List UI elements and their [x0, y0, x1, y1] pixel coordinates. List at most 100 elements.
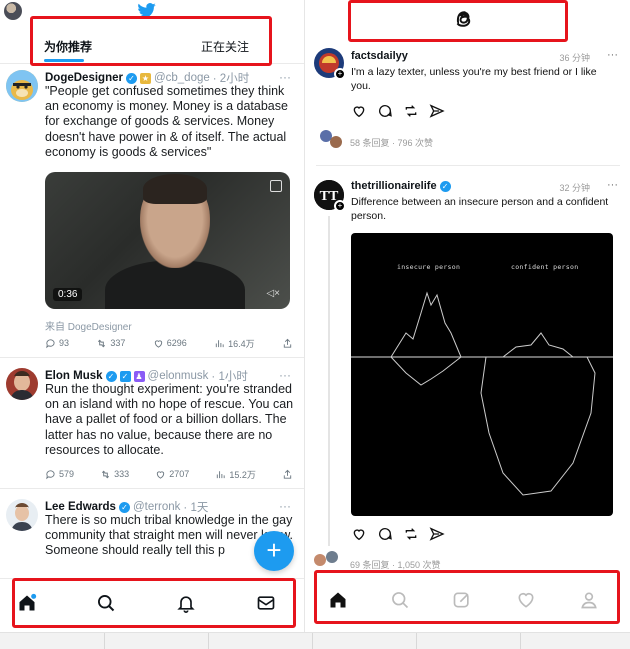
tweet-text: Run the thought experiment: you're stran… [45, 382, 294, 457]
author-handle[interactable]: @terronk [133, 501, 180, 513]
search-icon[interactable] [96, 593, 116, 613]
quoted-source[interactable]: 来自 DogeDesigner [45, 318, 132, 333]
avatar[interactable] [6, 70, 38, 102]
heart-icon[interactable] [351, 526, 367, 542]
view-count: 16.4万 [228, 338, 255, 349]
notifications-bell-icon[interactable] [176, 593, 196, 613]
compose-tweet-button[interactable]: + [254, 531, 294, 571]
retweet-button[interactable]: 333 [100, 467, 129, 481]
username[interactable]: thetrillionairelife [351, 180, 437, 192]
reply-count: 579 [59, 469, 75, 479]
heart-icon [154, 339, 162, 348]
more-options-icon[interactable]: ··· [279, 368, 291, 382]
avatar[interactable] [6, 368, 38, 400]
like-count[interactable]: 1,050 次赞 [398, 560, 441, 570]
view-count: 15.2万 [229, 469, 256, 480]
like-button[interactable]: 6296 [153, 336, 187, 350]
username[interactable]: factsdailyy [351, 50, 408, 62]
retweet-icon [102, 470, 110, 478]
timeline-tabs: 为你推荐 正在关注 [0, 28, 304, 64]
tab-following[interactable]: 正在关注 [201, 38, 249, 55]
author-name[interactable]: Lee Edwards [45, 501, 116, 513]
share-button[interactable] [282, 467, 293, 481]
reply-count[interactable]: 69 条回复 [350, 560, 390, 570]
replier-avatar [330, 136, 342, 148]
views-button[interactable]: 16.4万 [214, 336, 255, 350]
send-icon[interactable] [429, 526, 445, 542]
send-icon[interactable] [429, 103, 445, 119]
repost-icon[interactable] [403, 103, 419, 119]
retweet-icon [98, 339, 106, 347]
author-handle[interactable]: @elonmusk [148, 370, 209, 382]
post-time: 36 分钟 [559, 53, 590, 63]
active-tab-indicator [44, 59, 84, 62]
post-actions [351, 526, 445, 542]
thread-line [328, 216, 330, 546]
post-header: factsdailyy [351, 50, 408, 62]
reply-count[interactable]: 58 条回复 [350, 138, 390, 148]
retweet-button[interactable]: 337 [96, 336, 125, 350]
share-button[interactable] [282, 336, 293, 350]
divider [316, 165, 620, 166]
home-icon[interactable] [17, 593, 37, 613]
retweet-count: 333 [114, 469, 130, 479]
more-options-icon[interactable]: ··· [607, 179, 618, 191]
follow-plus-icon[interactable]: + [334, 68, 346, 80]
threads-logo-icon[interactable] [452, 6, 476, 30]
replier-avatar [314, 554, 326, 566]
tweet-card[interactable]: Elon Musk ✓ ✓ ♟ @elonmusk · 1小时 ··· Run … [0, 364, 304, 484]
messages-mail-icon[interactable] [256, 593, 276, 613]
repost-icon[interactable] [403, 526, 419, 542]
more-options-icon[interactable]: ··· [607, 49, 618, 61]
profile-icon[interactable] [579, 590, 599, 610]
twitter-bottom-nav [0, 578, 304, 626]
bottom-taskbar-strip [0, 632, 630, 649]
tab-for-you[interactable]: 为你推荐 [44, 38, 92, 55]
analytics-icon [215, 339, 224, 347]
avatar[interactable] [6, 499, 38, 531]
post-text: I'm a lazy texter, unless you're my best… [351, 66, 597, 92]
reply-button[interactable]: 579 [45, 467, 74, 481]
follow-plus-icon[interactable]: + [334, 200, 346, 212]
replier-avatar [326, 551, 338, 563]
post-time: 32 分钟 [559, 183, 590, 193]
more-options-icon[interactable]: ··· [279, 499, 291, 513]
comment-icon[interactable] [377, 526, 393, 542]
reply-button[interactable]: 93 [45, 336, 69, 350]
author-name[interactable]: DogeDesigner [45, 72, 123, 84]
post-header: thetrillionairelife ✓ [351, 180, 451, 192]
verified-badge-icon: ✓ [105, 370, 117, 382]
share-icon [283, 338, 292, 348]
views-button[interactable]: 15.2万 [215, 467, 256, 481]
retweet-count: 337 [110, 338, 126, 348]
verified-badge-icon: ✓ [439, 180, 451, 192]
twitter-top-bar [0, 0, 304, 22]
twitter-app-panel: 为你推荐 正在关注 DogeDesigner ✓ ★ @cb_doge · 2小… [0, 0, 305, 649]
tweet-text: "People get confused sometimes they thin… [45, 84, 288, 159]
post-image-iceberg[interactable]: insecure person confident person [351, 233, 613, 516]
search-icon[interactable] [390, 590, 410, 610]
reply-icon [46, 338, 55, 348]
heart-icon[interactable] [351, 103, 367, 119]
comment-icon[interactable] [377, 103, 393, 119]
video-settings-icon[interactable] [270, 180, 282, 192]
author-name[interactable]: Elon Musk [45, 370, 103, 382]
tweet-video[interactable]: 0:36 ◁× [45, 172, 290, 309]
like-count[interactable]: 796 次赞 [398, 138, 434, 148]
more-options-icon[interactable]: ··· [279, 70, 291, 84]
profile-avatar[interactable] [4, 2, 22, 20]
twitter-bird-icon[interactable] [137, 3, 157, 19]
post-text: Difference between an insecure person an… [351, 196, 609, 222]
thread-post[interactable]: + factsdailyy 36 分钟 ··· I'm a lazy texte… [306, 44, 630, 154]
analytics-icon [217, 470, 225, 478]
compose-icon[interactable] [452, 590, 472, 610]
like-button[interactable]: 2707 [155, 467, 189, 481]
tweet-actions: 93 337 6296 16.4万 [45, 336, 293, 350]
home-icon[interactable] [328, 590, 348, 610]
mute-icon[interactable]: ◁× [266, 288, 280, 299]
reply-icon [46, 469, 55, 479]
share-icon [283, 469, 292, 479]
author-handle[interactable]: @cb_doge [154, 72, 210, 84]
video-frame-hair [143, 174, 207, 204]
activity-heart-icon[interactable] [516, 590, 536, 610]
